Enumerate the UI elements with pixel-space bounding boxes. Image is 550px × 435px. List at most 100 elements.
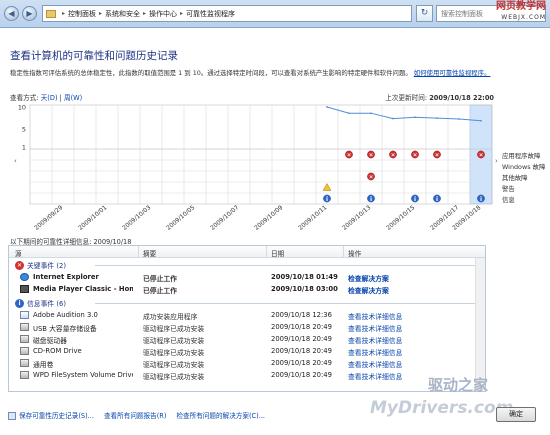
column-summary[interactable]: 摘要 <box>143 248 156 258</box>
column-source[interactable]: 源 <box>15 248 22 258</box>
bottom-links: 保存可靠性历史记录(S)... 查看所有问题报告(R) 检查所有问题的解决方案(… <box>8 410 265 420</box>
event-category-label: 应用程序故障 <box>502 151 541 160</box>
reliability-details-table: 源 摘要 日期 操作 ✕ 关键事件 (2) Internet Explorer … <box>8 245 486 392</box>
ok-button[interactable]: 确定 <box>496 407 536 422</box>
refresh-icon[interactable]: ↻ <box>416 5 433 22</box>
driver-icon <box>20 371 29 379</box>
x-tick-label: 2009/10/03 <box>121 204 152 232</box>
stability-point <box>414 116 416 119</box>
reliability-chart[interactable]: 10 5 1 ‹ › × × × × × × × i i i i i 2009/09/29 2009/10/01 20… <box>8 103 545 235</box>
address-bar[interactable]: ▸ 控制面板 ▸ 系统和安全 ▸ 操作中心 ▸ 可靠性监视程序 <box>42 5 412 22</box>
table-scrollbar[interactable] <box>475 258 485 391</box>
stability-point <box>370 112 372 115</box>
check-all-solutions-link[interactable]: 检查所有问题的解决方案(C)... <box>176 410 265 420</box>
table-row[interactable]: CD-ROM Drive 驱动程序已成功安装 2009/10/18 20:49 … <box>9 346 485 357</box>
info-glyph: i <box>370 196 372 203</box>
view-details-link[interactable]: 查看技术详细信息 <box>348 323 402 333</box>
error-glyph: × <box>435 153 440 159</box>
watermark-site: MyDrivers.com <box>370 398 514 418</box>
breadcrumb-system-security[interactable]: 系统和安全 <box>105 9 140 19</box>
save-icon <box>8 412 16 420</box>
x-tick-label: 2009/10/01 <box>77 204 108 232</box>
table-row[interactable]: Media Player Classic - Homec... 已停止工作 20… <box>9 284 485 295</box>
table-row[interactable]: WPD FileSystem Volume Driver 驱动程序已成功安装 2… <box>9 370 485 381</box>
error-glyph: × <box>391 153 396 159</box>
breadcrumb-control-panel[interactable]: 控制面板 <box>68 9 96 19</box>
info-glyph: i <box>480 196 482 203</box>
group-critical-events[interactable]: ✕ 关键事件 (2) <box>15 260 475 270</box>
stability-point <box>392 117 394 120</box>
view-day-link[interactable]: 天(D) <box>41 94 58 102</box>
stability-point <box>480 119 482 122</box>
x-tick-label: 2009/10/09 <box>253 204 284 232</box>
stability-point <box>348 112 350 115</box>
driver-icon <box>20 359 29 367</box>
driver-icon <box>20 347 29 355</box>
stability-point <box>326 106 328 108</box>
x-tick-label: 2009/10/07 <box>209 204 240 232</box>
error-glyph: × <box>479 153 484 159</box>
view-selector: 查看方式: 天(D) | 周(W) <box>10 94 83 102</box>
info-glyph: i <box>326 196 328 203</box>
breadcrumb-chevron-icon[interactable]: ▸ <box>99 10 102 17</box>
y-tick-label: 5 <box>22 126 26 134</box>
help-link[interactable]: 如何使用可靠性监视程序。 <box>414 69 491 77</box>
column-action[interactable]: 操作 <box>348 248 361 258</box>
breadcrumb-chevron-icon[interactable]: ▸ <box>62 10 65 17</box>
table-row[interactable]: 磁盘驱动器 驱动程序已成功安装 2009/10/18 20:49 查看技术详细信… <box>9 334 485 345</box>
check-solution-link[interactable]: 检查解决方案 <box>348 273 389 283</box>
breadcrumb-chevron-icon[interactable]: ▸ <box>180 10 183 17</box>
media-player-icon <box>20 285 29 293</box>
view-details-link[interactable]: 查看技术详细信息 <box>348 371 402 381</box>
driver-icon <box>20 335 29 343</box>
watermark-logo: 网页教学网 WEBJX.COM <box>496 1 546 21</box>
event-category-label: 信息 <box>502 195 515 204</box>
save-history-link[interactable]: 保存可靠性历史记录(S)... <box>8 410 94 420</box>
warning-icon <box>322 182 332 191</box>
view-week-link[interactable]: 周(W) <box>64 94 82 102</box>
control-panel-icon <box>46 9 56 18</box>
info-glyph: i <box>436 196 438 203</box>
back-arrow-icon[interactable]: ◀ <box>4 6 19 21</box>
stability-point <box>436 117 438 120</box>
page-title: 查看计算机的可靠性和问题历史记录 <box>10 50 178 62</box>
group-information-events[interactable]: i 信息事件 (6) <box>15 298 475 308</box>
error-icon: ✕ <box>15 260 24 270</box>
scroll-right-arrow-icon[interactable]: › <box>495 157 498 165</box>
view-details-link[interactable]: 查看技术详细信息 <box>348 347 402 357</box>
table-row[interactable]: 通用卷 驱动程序已成功安装 2009/10/18 20:49 查看技术详细信息 <box>9 358 485 369</box>
table-row[interactable]: Internet Explorer 已停止工作 2009/10/18 01:49… <box>9 272 485 283</box>
view-all-reports-link[interactable]: 查看所有问题报告(R) <box>104 410 166 420</box>
view-details-link[interactable]: 查看技术详细信息 <box>348 359 402 369</box>
event-category-label: 警告 <box>502 184 515 193</box>
error-glyph: × <box>413 153 418 159</box>
breadcrumb-reliability-monitor[interactable]: 可靠性监视程序 <box>186 9 235 19</box>
chart-frame <box>29 104 493 205</box>
watermark-brand: 驱动之家 <box>428 376 489 394</box>
event-category-label: 其他故障 <box>502 173 528 182</box>
event-category-label: Windows 故障 <box>502 162 546 171</box>
table-header: 源 摘要 日期 操作 <box>9 246 485 258</box>
x-tick-label: 2009/10/13 <box>341 204 372 232</box>
error-glyph: × <box>369 175 374 181</box>
application-icon <box>20 311 29 319</box>
breadcrumb-action-center[interactable]: 操作中心 <box>149 9 177 19</box>
table-row[interactable]: Adobe Audition 3.0 成功安装应用程序 2009/10/18 1… <box>9 310 485 321</box>
view-details-link[interactable]: 查看技术详细信息 <box>348 311 402 321</box>
view-details-link[interactable]: 查看技术详细信息 <box>348 335 402 345</box>
x-tick-label: 2009/09/29 <box>33 204 64 232</box>
page-description: 稳定性指数可评估系统的总体稳定性，此指数的取值范围是 1 到 10。通过选择特定… <box>10 69 491 77</box>
column-date[interactable]: 日期 <box>271 248 284 258</box>
scroll-left-arrow-icon[interactable]: ‹ <box>14 157 17 165</box>
driver-icon <box>20 323 29 331</box>
stability-point <box>458 118 460 120</box>
x-tick-label: 2009/10/15 <box>385 204 416 232</box>
check-solution-link[interactable]: 检查解决方案 <box>348 285 389 295</box>
error-glyph: × <box>347 153 352 159</box>
error-glyph: × <box>369 153 374 159</box>
reliability-chart-svg[interactable]: 10 5 1 ‹ › × × × × × × × i i i i i 2009/09/29 2009/10/01 20… <box>8 103 528 235</box>
forward-arrow-icon[interactable]: ▶ <box>22 6 37 21</box>
y-tick-label: 10 <box>18 104 26 112</box>
table-row[interactable]: USB 大容量存储设备 驱动程序已成功安装 2009/10/18 20:49 查… <box>9 322 485 333</box>
breadcrumb-chevron-icon[interactable]: ▸ <box>143 10 146 17</box>
